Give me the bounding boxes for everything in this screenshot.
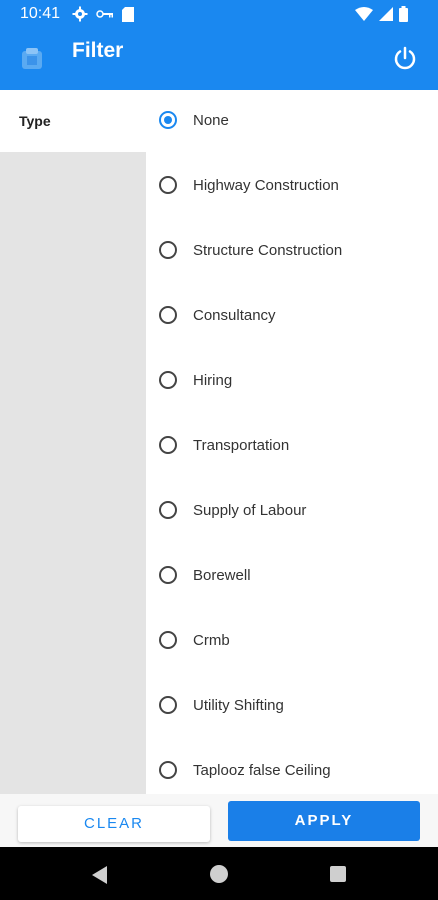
tab-type-label: Type: [19, 113, 51, 129]
status-right-icons: [355, 5, 408, 23]
home-icon[interactable]: [210, 865, 228, 883]
back-icon[interactable]: [92, 866, 108, 884]
option-supply-of-labour[interactable]: Supply of Labour: [146, 488, 438, 538]
apply-button[interactable]: APPLY: [228, 801, 420, 841]
option-label: Supply of Labour: [193, 502, 307, 519]
option-taplooz-false-ceiling[interactable]: Taplooz false Ceiling: [146, 748, 438, 794]
radio-button[interactable]: [159, 566, 177, 584]
option-transportation[interactable]: Transportation: [146, 423, 438, 473]
option-none[interactable]: None: [146, 98, 438, 148]
wifi-icon: [355, 7, 373, 21]
option-hiring[interactable]: Hiring: [146, 358, 438, 408]
cellular-signal-icon: [379, 7, 393, 21]
option-label: Utility Shifting: [193, 697, 284, 714]
radio-button[interactable]: [159, 696, 177, 714]
sd-card-icon: [122, 6, 134, 22]
status-bar: 10:41: [0, 0, 438, 28]
option-crmb[interactable]: Crmb: [146, 618, 438, 668]
radio-button[interactable]: [159, 501, 177, 519]
option-consultancy[interactable]: Consultancy: [146, 293, 438, 343]
option-label: Hiring: [193, 372, 233, 389]
option-label: Borewell: [193, 567, 251, 584]
radio-button[interactable]: [159, 631, 177, 649]
vpn-key-icon: [96, 10, 113, 18]
status-left-icons: [72, 5, 134, 23]
sidebar-background: [0, 152, 146, 794]
app-logo-icon: [22, 48, 42, 69]
option-label: Crmb: [193, 632, 230, 649]
power-icon[interactable]: [392, 45, 418, 71]
option-utility-shifting[interactable]: Utility Shifting: [146, 683, 438, 733]
radio-button[interactable]: [159, 306, 177, 324]
settings-gear-icon: [72, 6, 88, 22]
option-label: Highway Construction: [193, 177, 339, 194]
page-title: Filter: [72, 39, 124, 62]
option-label: Taplooz false Ceiling: [193, 762, 331, 779]
option-highway-construction[interactable]: Highway Construction: [146, 163, 438, 213]
app-bar: Filter: [0, 28, 438, 90]
radio-button[interactable]: [159, 761, 177, 779]
battery-icon: [399, 6, 408, 22]
option-structure-construction[interactable]: Structure Construction: [146, 228, 438, 278]
radio-button[interactable]: [159, 176, 177, 194]
option-label: Transportation: [193, 437, 290, 454]
radio-button[interactable]: [159, 371, 177, 389]
clear-button[interactable]: CLEAR: [18, 806, 210, 842]
recents-icon[interactable]: [330, 866, 346, 882]
status-time: 10:41: [20, 5, 61, 22]
option-borewell[interactable]: Borewell: [146, 553, 438, 603]
option-label: Structure Construction: [193, 242, 343, 259]
radio-button[interactable]: [159, 241, 177, 259]
radio-button[interactable]: [159, 111, 177, 129]
type-options-list[interactable]: None Highway Construction Structure Cons…: [146, 90, 438, 794]
tab-type[interactable]: Type: [0, 90, 146, 152]
radio-button[interactable]: [159, 436, 177, 454]
option-label: None: [193, 112, 229, 129]
option-label: Consultancy: [193, 307, 276, 324]
